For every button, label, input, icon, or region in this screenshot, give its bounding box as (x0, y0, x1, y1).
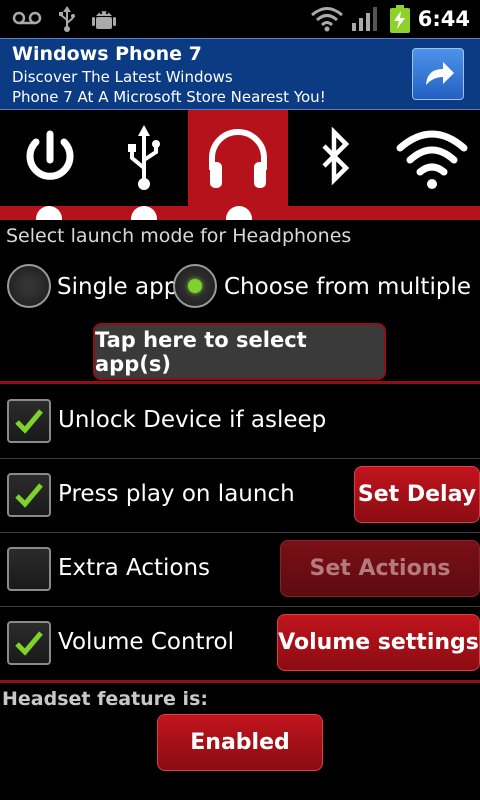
ad-text-line-2: Phone 7 At A Microsoft Store Nearest You… (12, 88, 326, 106)
volume-control-checkbox[interactable] (7, 621, 51, 665)
radio-choose-multiple-label[interactable]: Choose from multiple (224, 274, 471, 300)
headset-feature-label: Headset feature is: (2, 688, 208, 710)
battery-charging-icon (390, 5, 410, 37)
extra-actions-checkbox[interactable] (7, 547, 51, 591)
unlock-device-checkbox[interactable] (7, 399, 51, 443)
unlock-device-label: Unlock Device if asleep (58, 407, 327, 433)
check-icon (15, 409, 43, 434)
android-debug-icon (92, 6, 116, 36)
usb-icon (58, 6, 76, 36)
tab-headphones[interactable] (188, 110, 288, 206)
ad-title: Windows Phone 7 (12, 43, 202, 65)
section-divider (0, 680, 480, 683)
press-play-label: Press play on launch (58, 481, 295, 507)
ad-banner[interactable]: Windows Phone 7 Discover The Latest Wind… (0, 38, 480, 110)
volume-control-label: Volume Control (58, 629, 234, 655)
status-bar: 6:44 (0, 0, 480, 38)
check-icon (15, 483, 43, 508)
row-divider (0, 458, 480, 459)
ad-text-line-1: Discover The Latest Windows (12, 68, 233, 86)
tab-bluetooth[interactable] (286, 110, 386, 206)
tab-power[interactable] (0, 110, 100, 206)
power-icon (26, 130, 74, 180)
wifi-icon (396, 130, 468, 189)
trigger-tabs (0, 110, 480, 220)
radio-choose-multiple[interactable] (173, 264, 217, 308)
wifi-icon (311, 6, 343, 36)
headphones-icon (209, 129, 267, 188)
usb-icon (128, 125, 160, 190)
check-icon (15, 631, 43, 656)
radio-single-app-label[interactable]: Single app (57, 274, 178, 300)
enabled-toggle-button[interactable]: Enabled (157, 714, 323, 771)
section-divider (0, 381, 480, 384)
row-divider (0, 532, 480, 533)
tab-wifi[interactable] (382, 110, 480, 206)
signal-icon (352, 7, 378, 35)
clock: 6:44 (417, 7, 470, 31)
launch-mode-label: Select launch mode for Headphones (6, 225, 352, 247)
bluetooth-icon (322, 126, 350, 186)
press-play-checkbox[interactable] (7, 473, 51, 517)
share-arrow-icon (426, 62, 454, 85)
row-divider (0, 606, 480, 607)
voicemail-icon (12, 10, 42, 30)
set-actions-button[interactable]: Set Actions (280, 540, 480, 597)
extra-actions-label: Extra Actions (58, 555, 211, 581)
ad-open-button[interactable] (412, 48, 464, 100)
volume-settings-button[interactable]: Volume settings (277, 614, 480, 671)
radio-single-app[interactable] (7, 264, 51, 308)
set-delay-button[interactable]: Set Delay (354, 466, 480, 523)
select-apps-button[interactable]: Tap here to select app(s) (93, 323, 386, 380)
tab-usb[interactable] (96, 110, 196, 206)
